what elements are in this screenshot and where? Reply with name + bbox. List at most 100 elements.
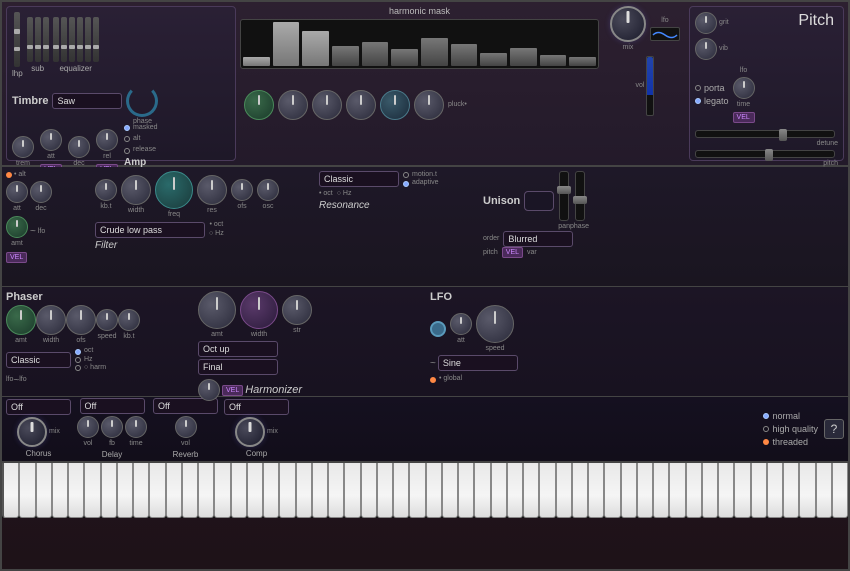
piano-white-key-27[interactable] — [442, 463, 458, 518]
phaser-hz-radio[interactable] — [75, 357, 81, 363]
sub-slider-2[interactable] — [35, 17, 41, 62]
piano-white-key-33[interactable] — [539, 463, 555, 518]
piano-white-key-34[interactable] — [556, 463, 572, 518]
piano-white-key-18[interactable] — [296, 463, 312, 518]
harmonic-bar-11[interactable] — [569, 57, 596, 66]
reverb-vol-ctrl[interactable] — [175, 416, 197, 438]
filter-dec-ctrl[interactable] — [30, 181, 52, 203]
piano-white-key-20[interactable] — [328, 463, 344, 518]
piano-white-key-36[interactable] — [588, 463, 604, 518]
harmonic-bar-3[interactable] — [332, 46, 359, 66]
motion-t-option[interactable]: motion.t — [403, 171, 438, 179]
harmonic-bar-9[interactable] — [510, 48, 537, 66]
phaser-oct-opt[interactable]: oct — [75, 347, 106, 355]
hknob-2-ctrl[interactable] — [278, 90, 308, 120]
release-dot[interactable] — [124, 148, 130, 154]
eq-slider-2[interactable] — [61, 17, 67, 62]
threaded-option[interactable]: threaded — [763, 437, 818, 447]
filter-type-select[interactable]: Crude low pass — [95, 222, 205, 238]
piano-white-key-38[interactable] — [621, 463, 637, 518]
piano-white-key-5[interactable] — [84, 463, 100, 518]
eq-slider-3[interactable] — [69, 17, 75, 62]
phase-fader-ctrl[interactable] — [575, 171, 585, 221]
piano-white-key-7[interactable] — [117, 463, 133, 518]
piano-white-key-40[interactable] — [653, 463, 669, 518]
piano-white-key-22[interactable] — [361, 463, 377, 518]
high-quality-option[interactable]: high quality — [763, 424, 818, 434]
piano-white-key-51[interactable] — [832, 463, 848, 518]
grit-knob[interactable] — [695, 12, 717, 34]
harmonic-bar-10[interactable] — [540, 55, 567, 66]
piano-white-key-43[interactable] — [702, 463, 718, 518]
piano-white-key-11[interactable] — [182, 463, 198, 518]
detune-slider[interactable] — [695, 130, 835, 138]
hq-radio[interactable] — [763, 426, 769, 432]
piano-white-key-9[interactable] — [149, 463, 165, 518]
hknob-4-ctrl[interactable] — [346, 90, 376, 120]
harmonic-bar-7[interactable] — [451, 44, 478, 66]
delay-fb-ctrl[interactable] — [101, 416, 123, 438]
harmonic-bar-4[interactable] — [362, 42, 389, 66]
piano-white-key-2[interactable] — [36, 463, 52, 518]
piano-white-key-4[interactable] — [68, 463, 84, 518]
delay-select[interactable]: Off — [80, 398, 145, 414]
harmonic-bar-2[interactable] — [302, 31, 329, 66]
timbre-select[interactable]: Saw — [52, 93, 122, 109]
piano-white-key-30[interactable] — [491, 463, 507, 518]
phaser-kbt-ctrl[interactable] — [118, 309, 140, 331]
vol-slider[interactable] — [646, 56, 654, 116]
harm-width-ctrl[interactable] — [240, 291, 278, 329]
piano-white-key-28[interactable] — [458, 463, 474, 518]
piano-white-key-10[interactable] — [166, 463, 182, 518]
piano-white-key-31[interactable] — [507, 463, 523, 518]
trem-knob-ctrl[interactable] — [12, 136, 34, 158]
piano-white-key-24[interactable] — [393, 463, 409, 518]
blurred-select[interactable]: Blurred — [503, 231, 573, 247]
phaser-speed-ctrl[interactable] — [96, 309, 118, 331]
porta-radio[interactable] — [695, 85, 701, 91]
hknob-1-ctrl[interactable] — [244, 90, 274, 120]
chorus-select[interactable]: Off — [6, 399, 71, 415]
phaser-classic-select[interactable]: Classic — [6, 352, 71, 368]
hknob-5-ctrl[interactable] — [380, 90, 410, 120]
res-ctrl[interactable] — [197, 175, 227, 205]
harmonic-bar-0[interactable] — [243, 57, 270, 66]
phaser-hz-opt[interactable]: Hz — [75, 356, 106, 364]
comp-mix-knob[interactable] — [235, 417, 265, 447]
piano-white-key-44[interactable] — [718, 463, 734, 518]
freq-ctrl[interactable] — [155, 171, 193, 209]
pitch-slider[interactable] — [695, 150, 835, 158]
piano-white-key-39[interactable] — [637, 463, 653, 518]
eq-slider-1[interactable] — [53, 17, 59, 62]
piano-white-key-21[interactable] — [344, 463, 360, 518]
piano-white-key-25[interactable] — [409, 463, 425, 518]
piano-white-key-12[interactable] — [198, 463, 214, 518]
normal-radio[interactable] — [763, 413, 769, 419]
sub-slider-1[interactable] — [27, 17, 33, 62]
eq-slider-5[interactable] — [85, 17, 91, 62]
osc-ctrl[interactable] — [257, 179, 279, 201]
lhp-slider[interactable] — [14, 12, 20, 67]
normal-option[interactable]: normal — [763, 411, 818, 421]
oct-up-select[interactable]: Oct up — [198, 341, 278, 357]
piano-white-key-41[interactable] — [669, 463, 685, 518]
piano-white-key-46[interactable] — [751, 463, 767, 518]
porta-option[interactable]: porta — [695, 83, 729, 93]
piano-white-key-29[interactable] — [474, 463, 490, 518]
phaser-width-ctrl[interactable] — [36, 305, 66, 335]
piano-white-key-1[interactable] — [19, 463, 35, 518]
adaptive-radio[interactable] — [403, 181, 409, 187]
harm-str-ctrl[interactable] — [282, 295, 312, 325]
piano-white-key-8[interactable] — [133, 463, 149, 518]
hknob-6-ctrl[interactable] — [414, 90, 444, 120]
legato-radio[interactable] — [695, 98, 701, 104]
resonance-type-select[interactable]: Classic — [319, 171, 399, 187]
piano-white-key-32[interactable] — [523, 463, 539, 518]
piano-white-key-15[interactable] — [247, 463, 263, 518]
phaser-amt-ctrl[interactable] — [6, 305, 36, 335]
ofs-ctrl[interactable] — [231, 179, 253, 201]
piano-white-key-23[interactable] — [377, 463, 393, 518]
time-knob[interactable] — [733, 77, 755, 99]
chorus-mix-knob[interactable] — [17, 417, 47, 447]
piano-white-key-3[interactable] — [52, 463, 68, 518]
